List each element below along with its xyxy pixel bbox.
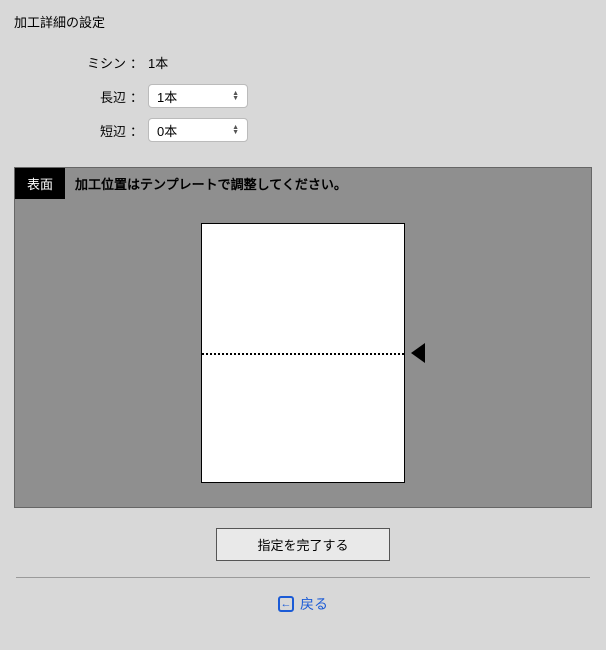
- drag-handle-icon[interactable]: [411, 343, 425, 363]
- instruction-text: 加工位置はテンプレートで調整してください。: [65, 168, 357, 199]
- colon: ：: [130, 87, 142, 106]
- page-title: 加工詳細の設定: [10, 12, 596, 31]
- side-badge: 表面: [15, 168, 65, 199]
- stepper-arrows-icon: ▲▼: [232, 91, 239, 101]
- confirm-button[interactable]: 指定を完了する: [216, 528, 389, 561]
- back-arrow-icon[interactable]: ←: [278, 596, 294, 612]
- paper-preview: [201, 223, 405, 483]
- row-short-side: 短辺 ： 0本 ▲▼: [10, 113, 596, 147]
- paper-stage: [15, 199, 591, 483]
- select-short-side[interactable]: 0本 ▲▼: [148, 118, 248, 142]
- preview-panel: 表面 加工位置はテンプレートで調整してください。: [14, 167, 592, 508]
- perforation-line: [202, 353, 404, 355]
- back-link[interactable]: 戻る: [300, 594, 328, 614]
- stepper-arrows-icon: ▲▼: [232, 125, 239, 135]
- label-long-side: 長辺: [10, 87, 130, 106]
- colon: ：: [130, 121, 142, 140]
- footer: ← 戻る: [10, 578, 596, 630]
- colon: ：: [130, 53, 142, 72]
- label-mishin: ミシン: [10, 53, 130, 72]
- select-long-side[interactable]: 1本 ▲▼: [148, 84, 248, 108]
- row-long-side: 長辺 ： 1本 ▲▼: [10, 79, 596, 113]
- settings-form: ミシン ： 1本 長辺 ： 1本 ▲▼ 短辺 ： 0本 ▲▼: [10, 45, 596, 147]
- value-mishin: 1本: [142, 53, 168, 72]
- row-mishin: ミシン ： 1本: [10, 45, 596, 79]
- label-short-side: 短辺: [10, 121, 130, 140]
- paper-holder: [201, 223, 405, 483]
- select-long-side-value: 1本: [157, 87, 232, 106]
- select-short-side-value: 0本: [157, 121, 232, 140]
- actions-bar: 指定を完了する: [10, 508, 596, 577]
- preview-header: 表面 加工位置はテンプレートで調整してください。: [15, 168, 591, 199]
